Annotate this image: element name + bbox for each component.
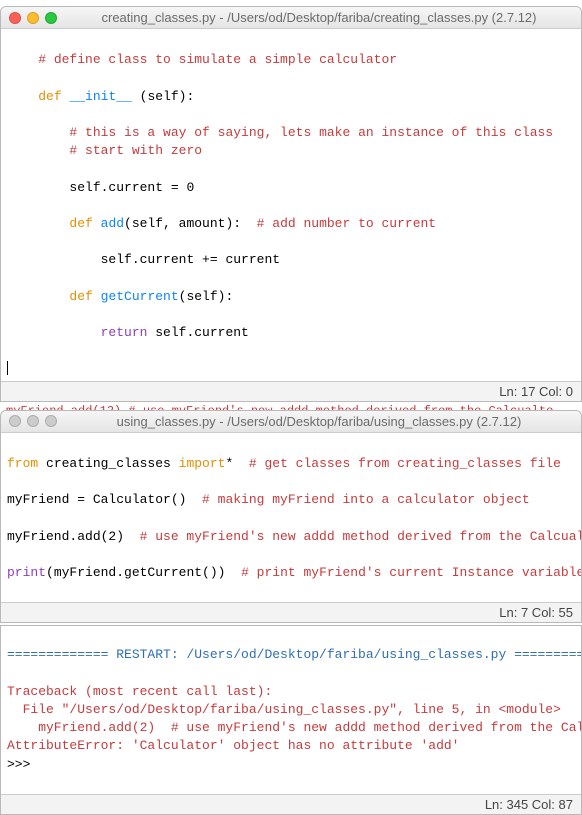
code-text: self.current += current [101,252,280,267]
status-bar-1: Ln: 17 Col: 0 [1,381,581,401]
code-text: self.current = 0 [69,180,194,195]
func-getCurrent: getCurrent [101,289,179,304]
func-init: __init__ [69,89,131,104]
traceback-line: myFriend.add(2) # use myFriend's new add… [7,720,581,735]
traceback-line: Traceback (most recent call last): [7,684,272,699]
zoom-icon[interactable] [45,12,57,24]
zoom-icon[interactable] [45,415,57,427]
code-text: (self): [179,289,234,304]
traffic-lights [9,12,57,24]
traffic-lights [9,415,57,427]
keyword-def: def [69,289,100,304]
code-text: (myFriend.getCurrent()) [46,565,241,580]
builtin-print: print [7,565,46,580]
restart-line: ============= RESTART: /Users/od/Desktop… [7,647,581,662]
func-add: add [101,216,124,231]
code-text: (self, amount): [124,216,257,231]
close-icon[interactable] [9,415,21,427]
keyword-from: from [7,456,46,471]
code-editor-2[interactable]: from creating_classes import* # get clas… [1,433,581,603]
partial-line-peek: myFriend.add(12) # use myFriend's new ad… [0,404,582,410]
module-name: creating_classes [46,456,179,471]
window-shell: ============= RESTART: /Users/od/Desktop… [0,625,582,815]
titlebar-2[interactable]: using_classes.py - /Users/od/Desktop/far… [1,411,581,433]
code-text: self.current [155,325,249,340]
comment: # define class to simulate a simple calc… [38,52,397,67]
code-editor-1[interactable]: # define class to simulate a simple calc… [1,29,581,381]
shell-output[interactable]: ============= RESTART: /Users/od/Desktop… [1,626,581,794]
code-text: myFriend = Calculator() [7,492,202,507]
code-text: (self): [132,89,194,104]
keyword-return: return [101,325,156,340]
star: * [225,456,248,471]
window-title: using_classes.py - /Users/od/Desktop/far… [65,414,573,429]
text-cursor [7,361,8,375]
traceback-line: File "/Users/od/Desktop/fariba/using_cla… [7,702,561,717]
comment: # add number to current [257,216,436,231]
keyword-def: def [69,216,100,231]
keyword-def: def [38,89,69,104]
status-bar-3: Ln: 345 Col: 87 [1,794,581,814]
keyword-import: import [179,456,226,471]
status-bar-2: Ln: 7 Col: 55 [1,602,581,622]
minimize-icon[interactable] [27,415,39,427]
window-creating-classes: creating_classes.py - /Users/od/Desktop/… [0,6,582,402]
window-using-classes: using_classes.py - /Users/od/Desktop/far… [0,410,582,624]
comment: # use myFriend's new addd method derived… [140,529,581,544]
comment: # start with zero [69,143,202,158]
traceback-line: AttributeError: 'Calculator' object has … [7,738,459,753]
comment: # get classes from creating_classes file [249,456,561,471]
minimize-icon[interactable] [27,12,39,24]
code-text: myFriend.add(2) [7,529,140,544]
window-title: creating_classes.py - /Users/od/Desktop/… [65,10,573,25]
comment: # print myFriend's current Instance vari… [241,565,581,580]
shell-prompt[interactable]: >>> [7,757,38,772]
titlebar-1[interactable]: creating_classes.py - /Users/od/Desktop/… [1,7,581,29]
close-icon[interactable] [9,12,21,24]
comment: # making myFriend into a calculator obje… [202,492,530,507]
comment: # this is a way of saying, lets make an … [69,125,553,140]
